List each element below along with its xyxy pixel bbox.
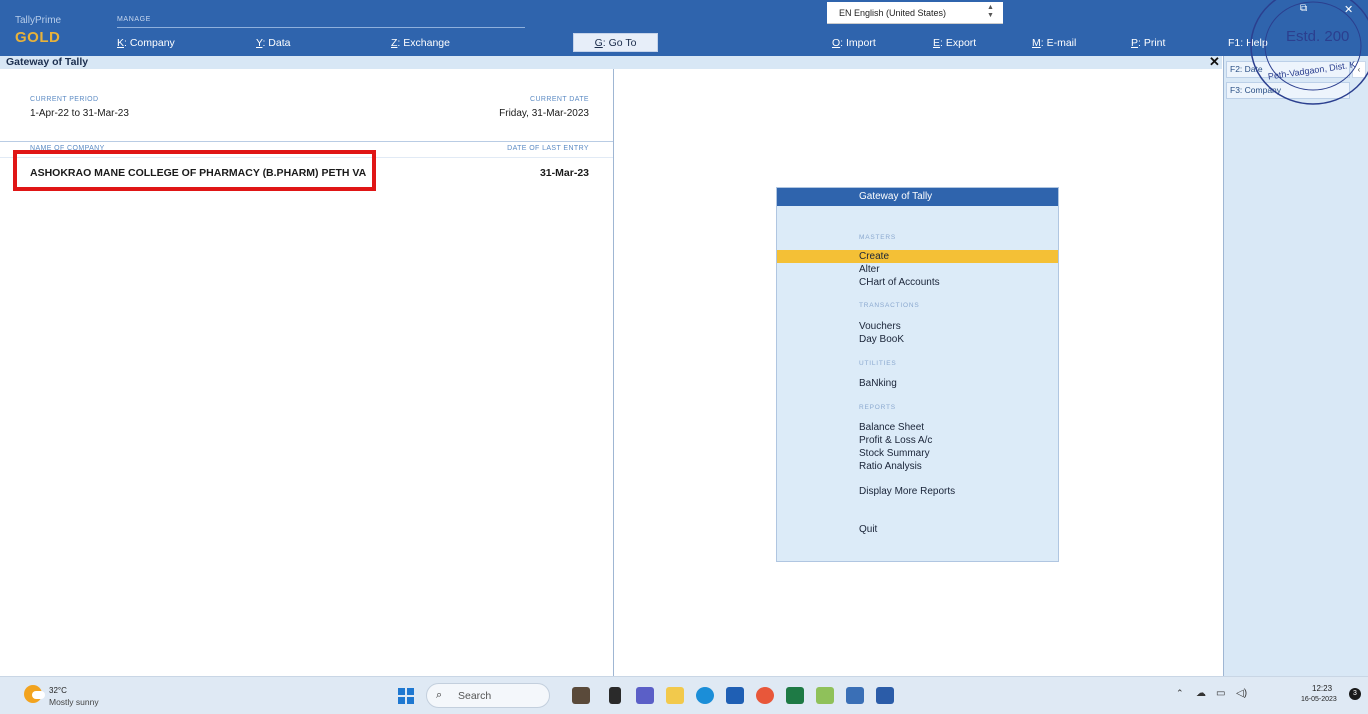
search-icon: ⌕ [436,689,443,701]
notification-badge[interactable]: 3 [1349,688,1361,700]
menu-goto-key: G [594,37,603,49]
menu-data-label: : Data [262,37,291,49]
language-selector[interactable]: EN English (United States) ▲ ▼ [827,2,1003,24]
tallyprime-app-icon[interactable] [846,687,864,704]
menu-company-key: K [117,37,125,49]
menu-company-label: : Company [124,37,175,49]
selected-row-highlight [777,250,1058,263]
menu-item-alter[interactable]: Alter [859,264,880,275]
menu-item-balance-sheet[interactable]: Balance Sheet [859,422,924,433]
teams-chat-icon[interactable] [636,687,654,704]
gateway-menu-panel: Gateway of Tally MASTERS Create Alter CH… [776,187,1059,562]
edge-browser-icon[interactable] [696,687,714,704]
menu-item-day-book[interactable]: Day BooK [859,334,904,345]
section-masters: MASTERS [859,234,897,241]
menu-item-quit[interactable]: Quit [859,524,877,535]
clock-time[interactable]: 12:23 [1312,684,1332,693]
menu-print-label: : Print [1138,37,1166,49]
screen-title: Gateway of Tally [6,56,89,68]
weather-temperature[interactable]: 32°C [49,686,67,695]
product-edition: GOLD [15,29,61,46]
stamp-estd-text: Estd. 200 [1286,28,1349,45]
menu-email[interactable]: M: E-mail [1032,37,1076,49]
button-bar: F2: Date ‹ F3: Company [1223,56,1368,676]
menu-print-key: P [1131,37,1139,49]
section-transactions: TRANSACTIONS [859,302,920,309]
menu-email-label: : E-mail [1040,37,1077,49]
microsoft-store-icon[interactable] [726,687,744,704]
menu-exchange-label: : Exchange [397,37,450,49]
menu-company[interactable]: K: Company [117,37,175,49]
product-name: TallyPrime [15,15,62,26]
language-arrows-icon: ▲ ▼ [987,4,994,19]
menu-item-display-more-reports[interactable]: Display More Reports [859,486,955,497]
current-date-value: Friday, 31-Mar-2023 [499,108,589,119]
task-view-icon[interactable] [609,687,621,704]
menu-email-key: M [1032,37,1041,49]
menu-export[interactable]: E: Export [933,37,976,49]
company-info-panel: CURRENT PERIOD 1-Apr-22 to 31-Mar-23 CUR… [0,69,614,676]
section-utilities: UTILITIES [859,360,897,367]
menu-data[interactable]: Y: Data [256,37,290,49]
top-menu-bar: TallyPrime GOLD MANAGE K: Company Y: Dat… [0,0,1368,56]
windows-start-icon[interactable] [398,688,414,704]
display-icon[interactable]: ▭ [1216,688,1225,699]
menu-import[interactable]: O: Import [832,37,876,49]
menu-item-banking[interactable]: BaNking [859,378,897,389]
manage-label: MANAGE [117,16,151,23]
people-app-icon[interactable] [572,687,590,704]
menu-item-stock-summary[interactable]: Stock Summary [859,448,930,459]
section-reports: REPORTS [859,404,896,411]
taskbar-search[interactable]: ⌕ Search [426,683,550,708]
institution-stamp: Estd. 200 Peth-Vadgaon, Dist. K [1250,0,1368,105]
menu-item-create[interactable]: Create [859,251,889,262]
section-divider [0,141,613,142]
menu-item-ratio-analysis[interactable]: Ratio Analysis [859,461,922,472]
menu-item-profit-loss[interactable]: Profit & Loss A/c [859,435,932,446]
word-icon[interactable] [876,687,894,704]
menu-import-key: O [832,37,841,49]
clock-date[interactable]: 16-05-2023 [1301,696,1337,703]
menu-exchange[interactable]: Z: Exchange [391,37,450,49]
weather-sunny-icon[interactable] [24,685,45,703]
tray-overflow-icon[interactable]: ⌃ [1176,688,1184,699]
volume-icon[interactable]: ◁) [1236,688,1247,699]
current-period-value: 1-Apr-22 to 31-Mar-23 [30,108,129,119]
menu-print[interactable]: P: Print [1131,37,1165,49]
firefox-icon[interactable] [756,687,774,704]
gateway-area: Gateway of Tally MASTERS Create Alter CH… [615,69,1223,676]
weather-condition[interactable]: Mostly sunny [49,697,99,707]
menu-goto[interactable]: G: Go To [573,33,658,52]
menu-import-label: : Import [840,37,876,49]
language-label: EN English (United States) [839,8,947,18]
paint-app-icon[interactable] [816,687,834,704]
last-entry-caption: DATE OF LAST ENTRY [507,145,589,152]
gateway-menu-header: Gateway of Tally [777,188,1058,206]
close-screen-button[interactable]: ✕ [1209,54,1220,70]
screen-title-bar: Gateway of Tally ✕ [0,54,1222,70]
network-icon[interactable]: ☁ [1196,688,1206,699]
excel-icon[interactable] [786,687,804,704]
file-explorer-icon[interactable] [666,687,684,704]
manage-divider [117,27,525,28]
last-entry-date: 31-Mar-23 [539,167,589,179]
windows-taskbar: 32°C Mostly sunny ⌕ Search ⌃ ☁ ▭ ◁) 12:2… [0,676,1368,714]
current-date-caption: CURRENT DATE [530,96,589,103]
red-highlight-annotation [13,150,376,191]
menu-export-label: : Export [940,37,977,49]
menu-item-vouchers[interactable]: Vouchers [859,321,901,332]
current-period-caption: CURRENT PERIOD [30,96,99,103]
stamp-place-text: Peth-Vadgaon, Dist. K [1267,59,1356,81]
menu-item-chart-of-accounts[interactable]: CHart of Accounts [859,277,940,288]
menu-goto-label: : Go To [602,37,637,49]
search-placeholder: Search [458,690,492,702]
menu-export-key: E [933,37,941,49]
